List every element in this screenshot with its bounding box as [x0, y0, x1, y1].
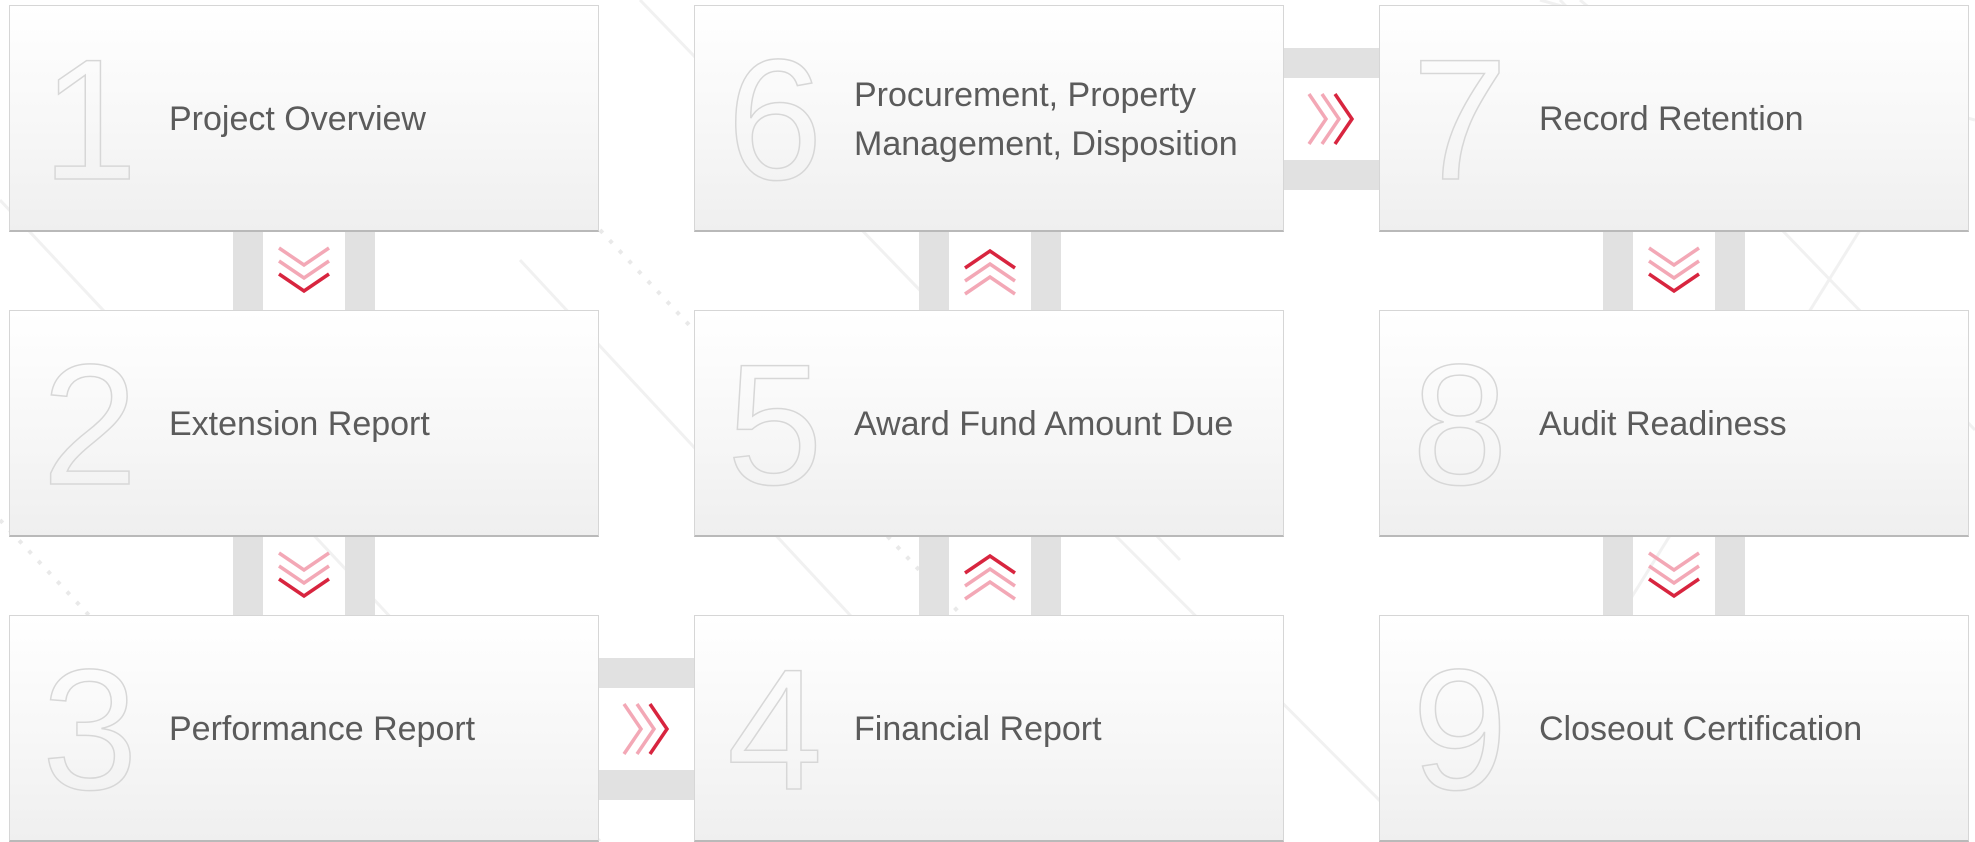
connector-rail — [1031, 537, 1061, 615]
chevron-double-down-icon — [278, 551, 330, 599]
connector-7-8 — [1603, 232, 1745, 310]
step-card-9: 9 Closeout Certification — [1379, 615, 1969, 842]
step-card-1: 1 Project Overview — [9, 5, 599, 232]
connector-rail — [919, 232, 949, 310]
step-card-8: 8 Audit Readiness — [1379, 310, 1969, 537]
connector-rail — [345, 537, 375, 615]
step-label: Procurement, Property Management, Dispos… — [854, 75, 1238, 163]
connector-rail — [1715, 232, 1745, 310]
step-label: Closeout Certification — [1539, 710, 1863, 748]
connector-rail — [597, 770, 695, 800]
connector-rail — [233, 232, 263, 310]
connector-rail — [1603, 537, 1633, 615]
step-card-5: 5 Award Fund Amount Due — [694, 310, 1284, 537]
step-card-4: 4 Financial Report — [694, 615, 1284, 842]
step-card-6: 6 Procurement, Property Management, Disp… — [694, 5, 1284, 232]
chevron-double-down-icon — [1648, 551, 1700, 599]
connector-2-3 — [233, 537, 375, 615]
chevron-double-up-icon — [964, 553, 1016, 601]
connector-4-5 — [919, 537, 1061, 615]
connector-rail — [919, 537, 949, 615]
step-number: 8 — [1411, 328, 1508, 521]
step-card-2: 2 Extension Report — [9, 310, 599, 537]
chevron-double-down-icon — [1648, 246, 1700, 294]
step-number: 9 — [1411, 633, 1508, 826]
chevron-triple-right-icon — [1307, 93, 1355, 145]
step-number: 7 — [1411, 23, 1508, 216]
step-number: 2 — [41, 328, 138, 521]
step-number: 5 — [726, 328, 823, 521]
step-label: Record Retention — [1539, 100, 1804, 138]
step-label: Project Overview — [169, 100, 426, 138]
connector-5-6 — [919, 232, 1061, 310]
connector-rail — [1031, 232, 1061, 310]
connector-8-9 — [1603, 537, 1745, 615]
connector-3-4 — [597, 658, 695, 800]
chevron-double-up-icon — [964, 248, 1016, 296]
step-number: 3 — [41, 633, 138, 826]
connector-6-7 — [1282, 48, 1380, 190]
connector-rail — [233, 537, 263, 615]
step-label: Extension Report — [169, 405, 430, 443]
step-label: Performance Report — [169, 710, 476, 748]
step-number: 6 — [726, 23, 823, 216]
step-card-7: 7 Record Retention — [1379, 5, 1969, 232]
step-label: Award Fund Amount Due — [854, 405, 1234, 443]
step-card-3: 3 Performance Report — [9, 615, 599, 842]
step-label: Financial Report — [854, 710, 1102, 748]
chevron-triple-right-icon — [622, 703, 670, 755]
connector-rail — [1715, 537, 1745, 615]
step-label: Audit Readiness — [1539, 405, 1787, 443]
connector-rail — [1603, 232, 1633, 310]
step-number: 4 — [726, 633, 823, 826]
chevron-double-down-icon — [278, 246, 330, 294]
connector-rail — [1282, 160, 1380, 190]
connector-rail — [345, 232, 375, 310]
step-number: 1 — [41, 23, 138, 216]
connector-rail — [1282, 48, 1380, 78]
connector-rail — [597, 658, 695, 688]
connector-1-2 — [233, 232, 375, 310]
